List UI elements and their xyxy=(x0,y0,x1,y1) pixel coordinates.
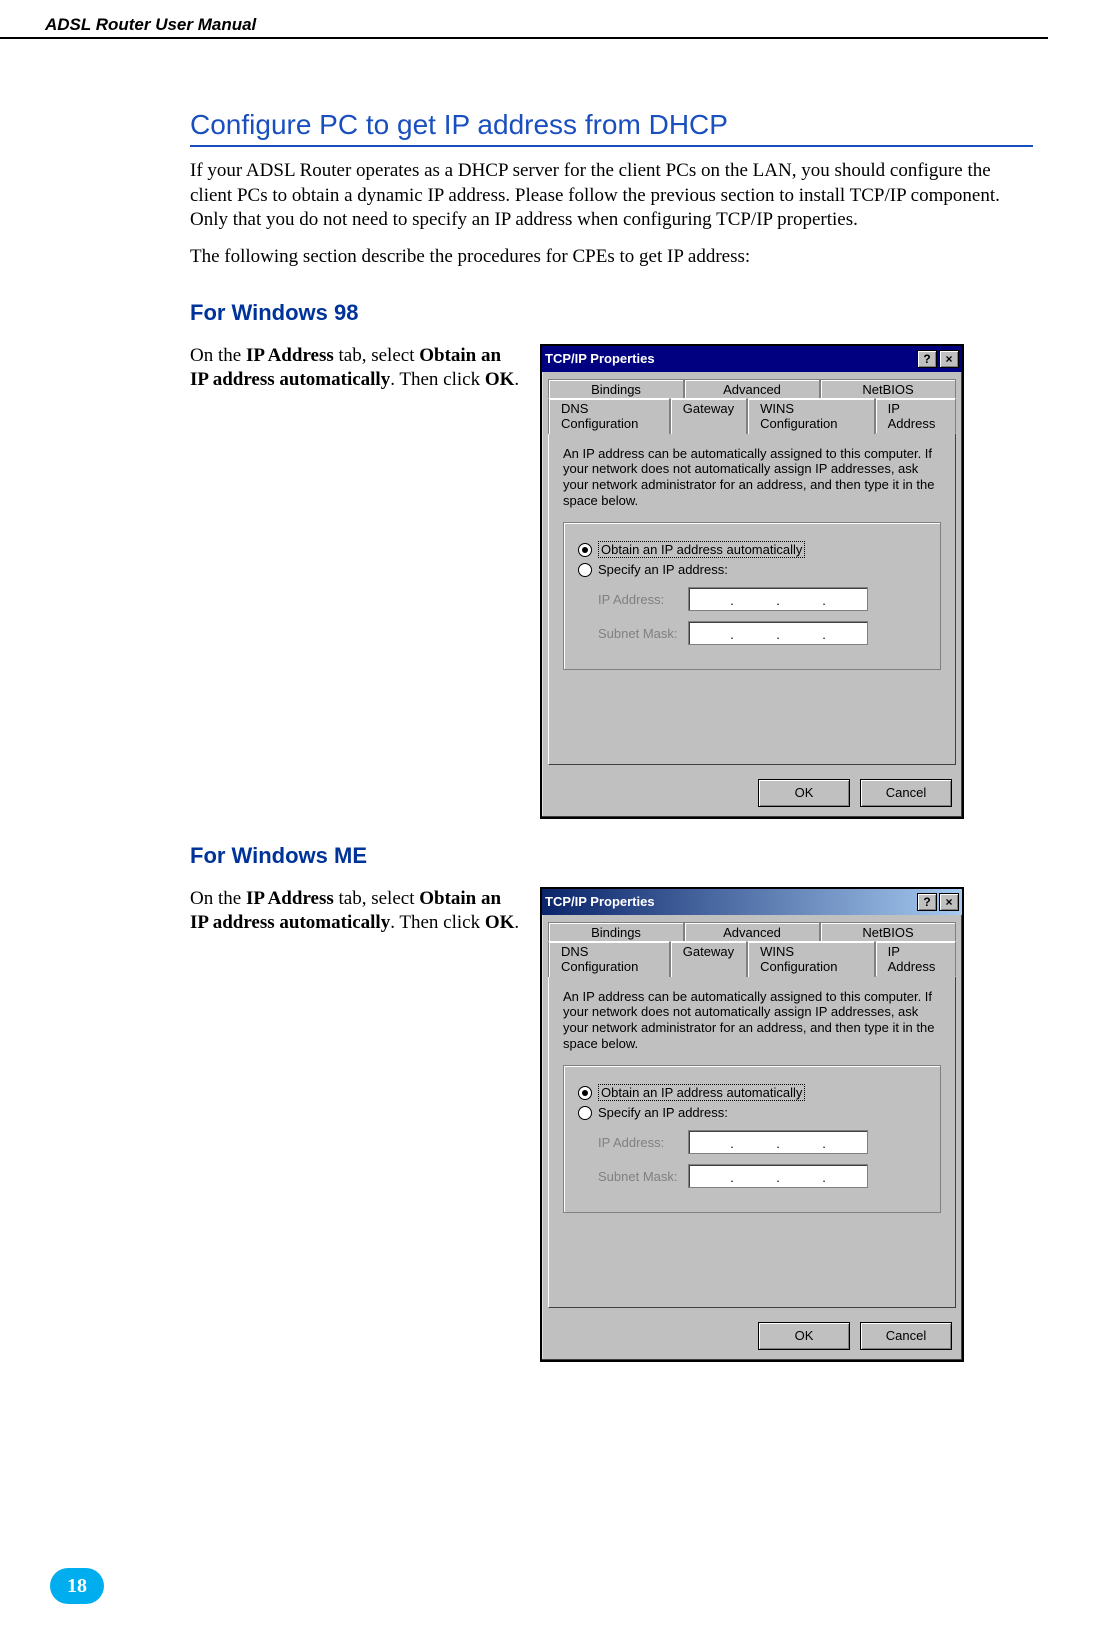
tab-advanced[interactable]: Advanced xyxy=(684,379,820,399)
panel-description: An IP address can be automatically assig… xyxy=(563,446,941,508)
ip-address-input[interactable]: ... xyxy=(688,1130,868,1154)
instr-b1: IP Address xyxy=(246,345,334,366)
tab-gateway[interactable]: Gateway xyxy=(670,941,747,977)
close-button[interactable]: × xyxy=(939,893,959,911)
instr-prefix-2: On the xyxy=(190,888,246,909)
ok-button[interactable]: OK xyxy=(758,779,850,807)
instr-prefix: On the xyxy=(190,345,246,366)
instr-mid1-2: tab, select xyxy=(334,888,419,909)
subnet-label: Subnet Mask: xyxy=(598,626,688,641)
instr-mid1: tab, select xyxy=(334,345,419,366)
subnet-input[interactable]: ... xyxy=(688,621,868,645)
tab-netbios[interactable]: NetBIOS xyxy=(820,922,956,942)
radio-specify-label: Specify an IP address: xyxy=(598,562,728,577)
instr-suffix: . xyxy=(514,369,519,390)
titlebar[interactable]: TCP/IP Properties ? × xyxy=(542,889,962,915)
tcpip-dialog-win98: TCP/IP Properties ? × Bindings Advanced … xyxy=(540,344,964,819)
instr-b3: OK xyxy=(485,369,515,390)
ip-address-row: IP Address: ... xyxy=(598,1130,926,1154)
dialog-title: TCP/IP Properties xyxy=(545,351,915,366)
radio-specify-row[interactable]: Specify an IP address: xyxy=(578,1105,926,1120)
help-button[interactable]: ? xyxy=(917,893,937,911)
tab-strip: Bindings Advanced NetBIOS DNS Configurat… xyxy=(542,372,962,433)
radio-specify[interactable] xyxy=(578,563,592,577)
tab-netbios[interactable]: NetBIOS xyxy=(820,379,956,399)
tab-wins[interactable]: WINS Configuration xyxy=(747,941,875,977)
instr-mid2-2: . Then click xyxy=(390,912,485,933)
tab-strip: Bindings Advanced NetBIOS DNS Configurat… xyxy=(542,915,962,976)
cancel-button[interactable]: Cancel xyxy=(860,1322,952,1350)
radio-obtain-row[interactable]: Obtain an IP address automatically xyxy=(578,541,926,558)
radio-specify[interactable] xyxy=(578,1106,592,1120)
subnet-row: Subnet Mask: ... xyxy=(598,621,926,645)
instr-b3-2: OK xyxy=(485,912,515,933)
radio-specify-label: Specify an IP address: xyxy=(598,1105,728,1120)
instr-suffix-2: . xyxy=(514,912,519,933)
intro-paragraph-2: The following section describe the proce… xyxy=(190,245,1033,270)
dialog-button-row: OK Cancel xyxy=(542,1314,962,1360)
dialog-title: TCP/IP Properties xyxy=(545,894,915,909)
page-number: 18 xyxy=(67,1575,87,1598)
running-header-text: ADSL Router User Manual xyxy=(45,15,256,34)
tcpip-dialog-winme: TCP/IP Properties ? × Bindings Advanced … xyxy=(540,887,964,1362)
help-button[interactable]: ? xyxy=(917,350,937,368)
tab-advanced[interactable]: Advanced xyxy=(684,922,820,942)
cancel-button[interactable]: Cancel xyxy=(860,779,952,807)
tab-bindings[interactable]: Bindings xyxy=(548,922,684,942)
tab-gateway[interactable]: Gateway xyxy=(670,398,747,434)
instruction-winme: On the IP Address tab, select Obtain an … xyxy=(190,887,520,936)
radio-obtain-label: Obtain an IP address automatically xyxy=(598,1084,805,1101)
subnet-label: Subnet Mask: xyxy=(598,1169,688,1184)
ok-button[interactable]: OK xyxy=(758,1322,850,1350)
tab-ip-address[interactable]: IP Address xyxy=(875,941,956,977)
ip-mode-group: Obtain an IP address automatically Speci… xyxy=(563,1065,941,1213)
page-number-badge: 18 xyxy=(50,1568,104,1604)
instruction-win98: On the IP Address tab, select Obtain an … xyxy=(190,344,520,393)
tab-dns[interactable]: DNS Configuration xyxy=(548,398,670,434)
tab-ip-address[interactable]: IP Address xyxy=(875,398,956,434)
page-title: Configure PC to get IP address from DHCP xyxy=(190,109,1033,147)
radio-obtain-label: Obtain an IP address automatically xyxy=(598,541,805,558)
help-icon: ? xyxy=(923,352,930,366)
dialog-button-row: OK Cancel xyxy=(542,771,962,817)
help-icon: ? xyxy=(923,895,930,909)
tab-panel: An IP address can be automatically assig… xyxy=(548,433,956,765)
close-icon: × xyxy=(945,352,952,366)
intro-paragraph-1: If your ADSL Router operates as a DHCP s… xyxy=(190,159,1033,233)
subnet-row: Subnet Mask: ... xyxy=(598,1164,926,1188)
close-button[interactable]: × xyxy=(939,350,959,368)
ip-address-label: IP Address: xyxy=(598,1135,688,1150)
tab-bindings[interactable]: Bindings xyxy=(548,379,684,399)
ip-address-input[interactable]: ... xyxy=(688,587,868,611)
radio-specify-row[interactable]: Specify an IP address: xyxy=(578,562,926,577)
tab-wins[interactable]: WINS Configuration xyxy=(747,398,875,434)
tab-dns[interactable]: DNS Configuration xyxy=(548,941,670,977)
ip-address-label: IP Address: xyxy=(598,592,688,607)
running-header: ADSL Router User Manual xyxy=(0,0,1048,39)
heading-winme: For Windows ME xyxy=(190,843,1033,869)
radio-obtain-row[interactable]: Obtain an IP address automatically xyxy=(578,1084,926,1101)
instr-mid2: . Then click xyxy=(390,369,485,390)
panel-description: An IP address can be automatically assig… xyxy=(563,989,941,1051)
heading-win98: For Windows 98 xyxy=(190,300,1033,326)
instr-b1-2: IP Address xyxy=(246,888,334,909)
titlebar[interactable]: TCP/IP Properties ? × xyxy=(542,346,962,372)
subnet-input[interactable]: ... xyxy=(688,1164,868,1188)
ip-address-row: IP Address: ... xyxy=(598,587,926,611)
radio-obtain[interactable] xyxy=(578,543,592,557)
ip-mode-group: Obtain an IP address automatically Speci… xyxy=(563,522,941,670)
radio-obtain[interactable] xyxy=(578,1086,592,1100)
close-icon: × xyxy=(945,895,952,909)
tab-panel: An IP address can be automatically assig… xyxy=(548,976,956,1308)
